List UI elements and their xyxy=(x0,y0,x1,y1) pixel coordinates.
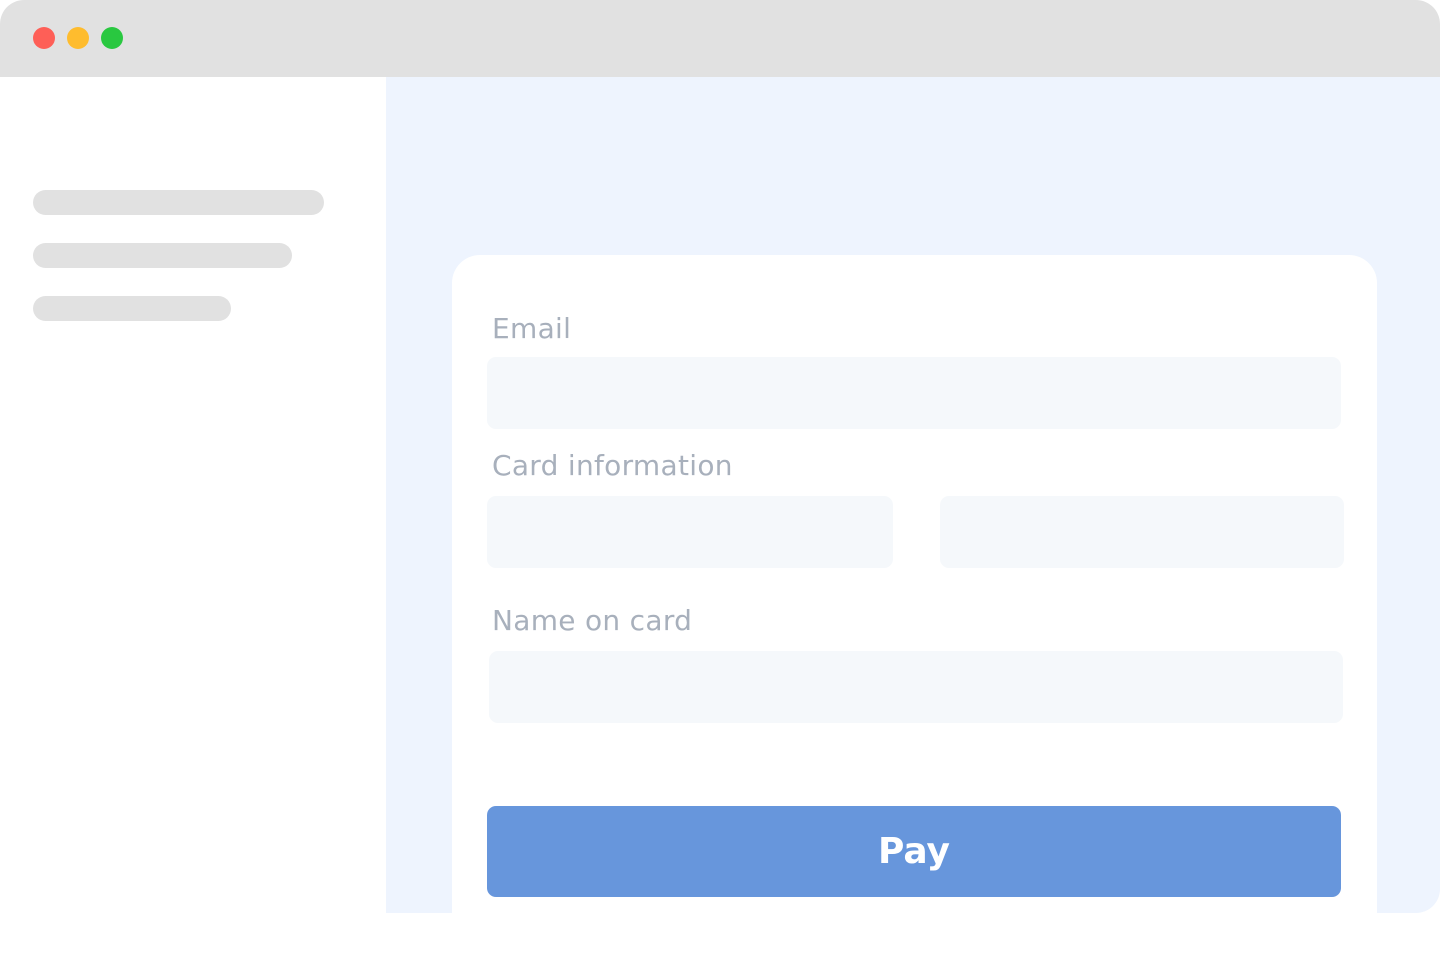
card-number-field[interactable] xyxy=(487,496,893,568)
sidebar-placeholder-line xyxy=(33,190,324,215)
sidebar-placeholder-line xyxy=(33,243,292,268)
main-content: Email Card information Name on card Pay xyxy=(386,77,1440,913)
window-titlebar xyxy=(0,0,1440,77)
window-close-button[interactable] xyxy=(33,27,55,49)
card-expiry-cvc-field[interactable] xyxy=(940,496,1344,568)
payment-form-card: Email Card information Name on card Pay xyxy=(452,255,1377,913)
email-label: Email xyxy=(492,312,572,345)
window-minimize-button[interactable] xyxy=(67,27,89,49)
sidebar xyxy=(0,77,386,913)
card-information-label: Card information xyxy=(492,449,733,482)
email-field[interactable] xyxy=(487,357,1341,429)
sidebar-placeholder-line xyxy=(33,296,231,321)
browser-window: Email Card information Name on card Pay xyxy=(0,0,1440,913)
name-on-card-label: Name on card xyxy=(492,604,693,637)
pay-button[interactable]: Pay xyxy=(487,806,1341,897)
name-on-card-field[interactable] xyxy=(489,651,1343,723)
window-maximize-button[interactable] xyxy=(101,27,123,49)
